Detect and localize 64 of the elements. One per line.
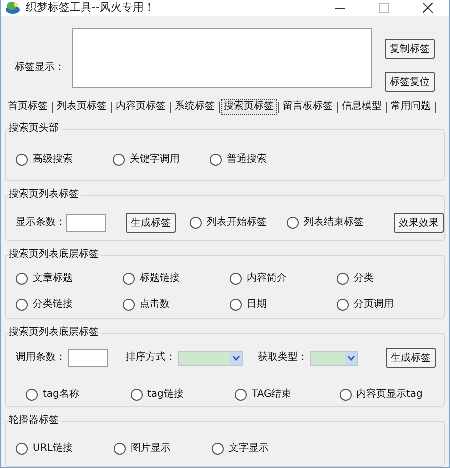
radio-button[interactable] [26, 389, 38, 401]
radio-label: 列表结束标签 [304, 216, 364, 230]
action-button[interactable]: 标签复位 [385, 72, 435, 92]
field-label: 排序方式： [126, 351, 176, 365]
radio-label: 标题链接 [140, 272, 180, 286]
tab[interactable]: 系统标签 [172, 99, 218, 115]
input-field[interactable] [66, 214, 106, 232]
radio-button[interactable] [16, 154, 28, 166]
radio-button[interactable] [230, 299, 242, 311]
radio-button[interactable] [287, 217, 299, 229]
tab[interactable]: 常用问题 [388, 99, 434, 115]
radio-label: 文章标题 [33, 272, 73, 286]
radio-button[interactable] [113, 154, 125, 166]
radio-label: 分页调用 [354, 298, 394, 312]
radio-label: tag名称 [43, 388, 80, 402]
radio-button[interactable] [123, 273, 135, 285]
radio-label: 普通搜索 [227, 153, 267, 167]
radio-button[interactable] [123, 299, 135, 311]
radio-button[interactable] [337, 273, 349, 285]
radio-label: TAG结束 [252, 388, 292, 402]
radio-button[interactable] [212, 443, 224, 455]
radio-button[interactable] [16, 273, 28, 285]
radio-label: URL链接 [33, 442, 73, 456]
tab[interactable]: 搜索页标签 [221, 99, 277, 115]
action-button[interactable]: 复制标签 [385, 39, 435, 59]
radio-label: 列表开始标签 [207, 216, 267, 230]
radio-button[interactable] [16, 299, 28, 311]
tag-display-field[interactable] [72, 28, 372, 88]
radio-button[interactable] [114, 443, 126, 455]
tab[interactable]: 信息模型 [339, 99, 385, 115]
radio-button[interactable] [190, 217, 202, 229]
window-title: 织梦标签工具--风火专用！ [26, 1, 155, 15]
radio-label: 关键字调用 [130, 153, 180, 167]
radio-label: 高级搜索 [33, 153, 73, 167]
radio-button[interactable] [16, 443, 28, 455]
radio-button[interactable] [235, 389, 247, 401]
radio-label: 分类链接 [33, 298, 73, 312]
radio-button[interactable] [337, 299, 349, 311]
radio-label: 内容简介 [247, 272, 287, 286]
field-label: 标签显示： [15, 61, 66, 75]
radio-label: 文字显示 [229, 442, 269, 456]
radio-label: 日期 [247, 298, 267, 312]
app-icon [5, 1, 21, 15]
radio-label: 图片显示 [131, 442, 171, 456]
radio-button[interactable] [210, 154, 222, 166]
tab[interactable]: 列表页标签 [54, 99, 110, 115]
tab[interactable]: 内容页标签 [113, 99, 169, 115]
radio-label: 内容页显示tag [356, 388, 423, 402]
close-icon[interactable] [423, 3, 433, 13]
radio-label: 点击数 [140, 298, 170, 312]
action-button[interactable]: 生成标签 [126, 213, 176, 233]
field-label: 获取类型： [258, 351, 308, 365]
radio-button[interactable] [230, 273, 242, 285]
field-label: 显示条数： [16, 216, 66, 230]
action-button[interactable]: 生成标签 [386, 348, 436, 368]
radio-button[interactable] [340, 389, 352, 401]
radio-button[interactable] [130, 389, 142, 401]
input-field[interactable] [68, 349, 108, 367]
radio-label: 分类 [354, 272, 374, 286]
action-button[interactable]: 效果效果 [394, 213, 444, 233]
tab[interactable]: 留言板标签 [280, 99, 336, 115]
radio-label: tag链接 [148, 388, 184, 402]
field-label: 调用条数： [16, 351, 66, 365]
tab[interactable]: 首页标签 [5, 99, 51, 115]
